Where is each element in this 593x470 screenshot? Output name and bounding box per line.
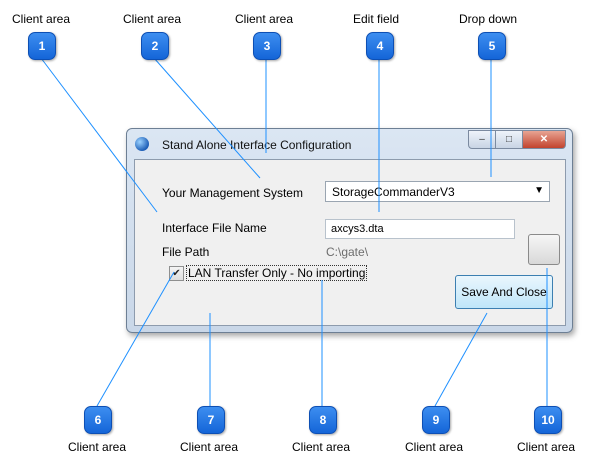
callout-badge-4: 4 (366, 32, 394, 60)
globe-icon (135, 137, 149, 151)
callout-label-7: Client area (180, 440, 239, 454)
management-system-value: StorageCommanderV3 (332, 184, 455, 199)
callout-badge-2: 2 (141, 32, 169, 60)
callout-badge-10: 10 (534, 406, 562, 434)
callout-badge-1: 1 (28, 32, 56, 60)
interface-file-name-value: axcys3.dta (331, 223, 384, 235)
file-path-value: C:\gate\ (326, 245, 369, 259)
management-system-dropdown[interactable]: StorageCommanderV3 ▼ (325, 181, 550, 202)
minimize-button[interactable]: – (468, 130, 496, 149)
callout-label-8: Client area (292, 440, 351, 454)
browse-button[interactable] (528, 234, 560, 265)
callout-label-5: Drop down (459, 12, 518, 26)
callout-badge-8: 8 (309, 406, 337, 434)
callout-label-6: Client area (68, 440, 127, 454)
callout-label-3: Client area (235, 12, 294, 26)
management-system-label: Your Management System (162, 186, 303, 200)
callout-badge-3: 3 (253, 32, 281, 60)
file-path-label: File Path (162, 245, 210, 259)
callout-label-4: Edit field (353, 12, 400, 26)
callout-label-10: Client area (517, 440, 576, 454)
window-title: Stand Alone Interface Configuration (162, 138, 352, 152)
interface-file-name-label: Interface File Name (162, 221, 267, 235)
config-window: Stand Alone Interface Configuration – □ … (126, 128, 573, 333)
maximize-button[interactable]: □ (496, 130, 523, 149)
lan-transfer-checkbox[interactable]: ✔ (169, 266, 184, 281)
client-area: Your Management System StorageCommanderV… (134, 159, 566, 326)
callout-label-9: Client area (405, 440, 464, 454)
callout-badge-5: 5 (478, 32, 506, 60)
chevron-down-icon[interactable]: ▼ (534, 185, 544, 196)
callout-badge-6: 6 (84, 406, 112, 434)
interface-file-name-field[interactable]: axcys3.dta (325, 219, 515, 239)
lan-transfer-label[interactable]: LAN Transfer Only - No importing (186, 265, 368, 281)
save-and-close-button[interactable]: Save And Close (455, 275, 553, 309)
callout-badge-7: 7 (197, 406, 225, 434)
callout-label-1: Client area (12, 12, 71, 26)
caption-buttons: – □ ✕ (468, 130, 566, 149)
callout-label-2: Client area (123, 12, 182, 26)
close-button[interactable]: ✕ (523, 130, 566, 149)
window-titlebar[interactable]: Stand Alone Interface Configuration – □ … (127, 129, 572, 159)
callout-badge-9: 9 (422, 406, 450, 434)
